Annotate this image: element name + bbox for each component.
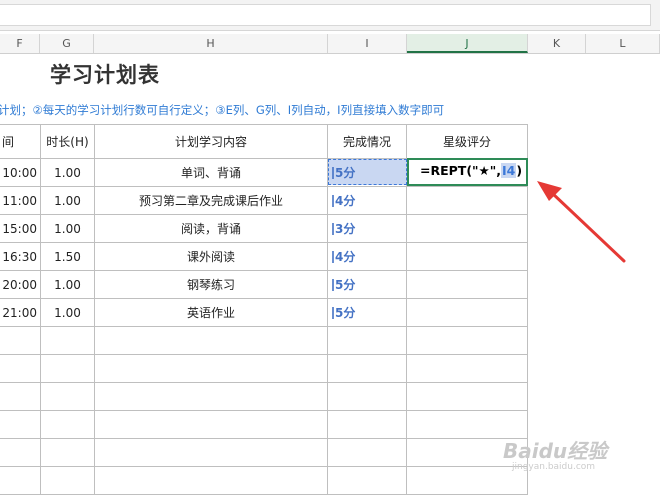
- red-arrow-icon: [537, 181, 626, 263]
- baidu-watermark-url: jingyan.baidu.com: [512, 462, 596, 472]
- baidu-watermark: Baidu经验: [503, 439, 608, 463]
